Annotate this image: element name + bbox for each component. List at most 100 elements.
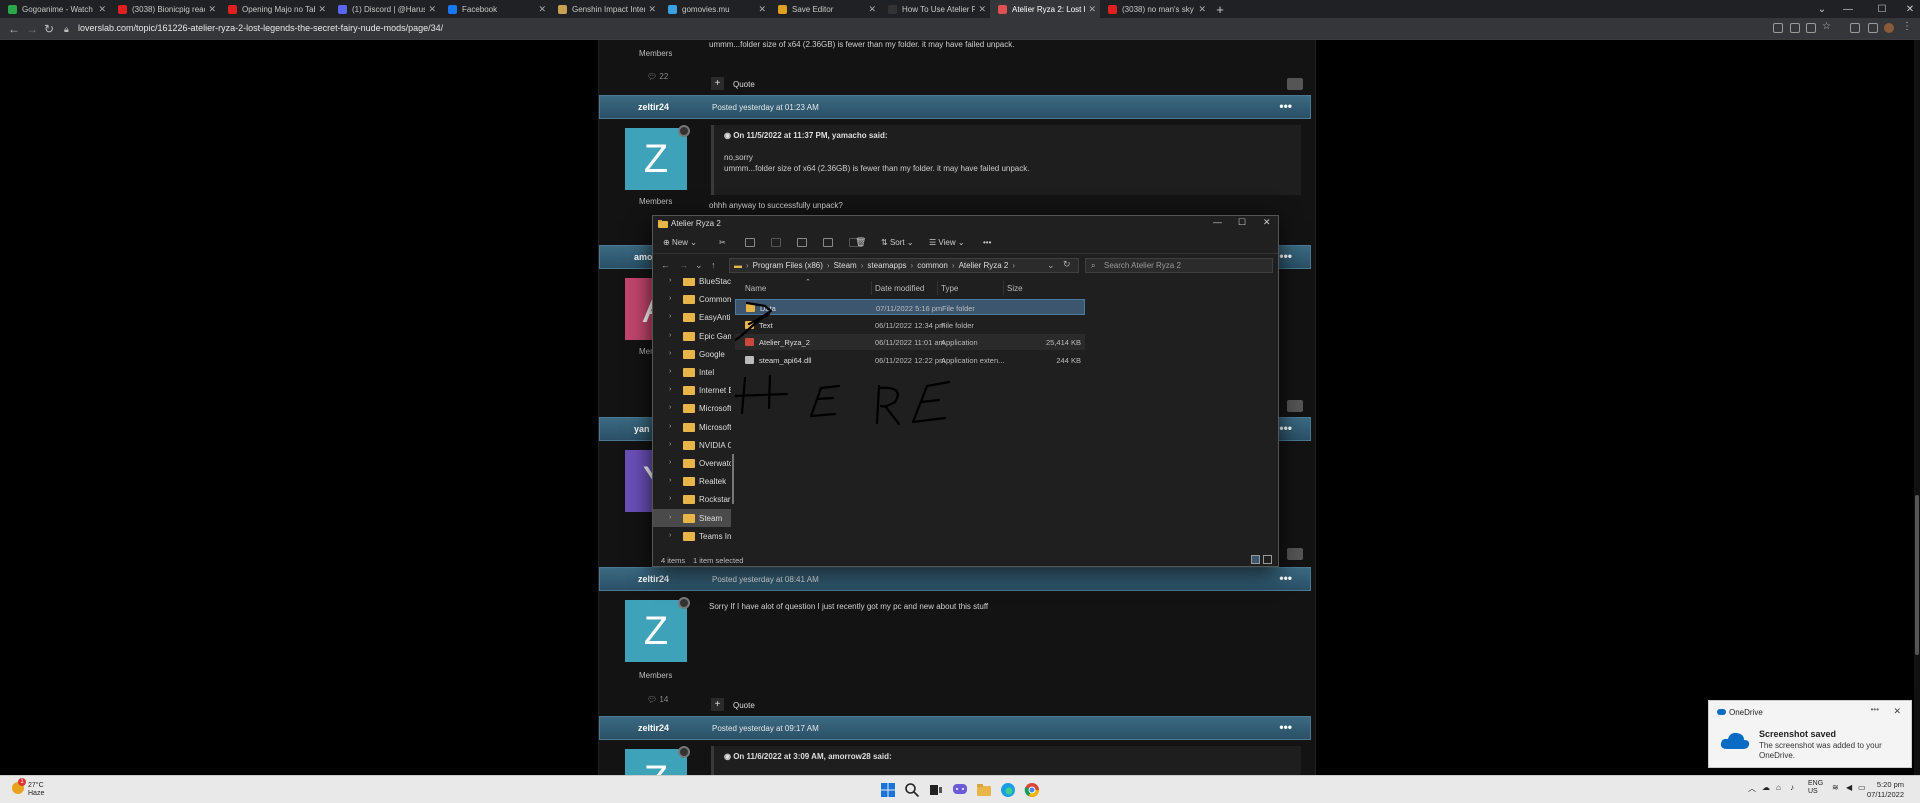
delete-icon[interactable]: 🗑︎ xyxy=(855,237,866,248)
sidebar-icon[interactable] xyxy=(1868,23,1878,33)
new-button[interactable]: ⊕ New ⌄ xyxy=(663,238,697,247)
expand-chevron-icon[interactable]: › xyxy=(669,332,671,339)
onedrive-tray-icon[interactable]: ☁︎ xyxy=(1762,783,1770,792)
cut-icon[interactable]: ✂ xyxy=(719,238,726,247)
tab-close-icon[interactable]: ✕ xyxy=(758,4,766,15)
browser-tab[interactable]: Facebook ✕ xyxy=(440,0,550,18)
post-more-icon[interactable]: ••• xyxy=(1279,571,1292,585)
nav-item[interactable]: › Intel xyxy=(653,363,731,381)
reload-icon[interactable]: ↻ xyxy=(44,22,54,36)
breadcrumb-separator[interactable]: › xyxy=(911,261,914,270)
page-scrollbar-thumb[interactable] xyxy=(1915,495,1919,655)
tab-close-icon[interactable]: ✕ xyxy=(98,4,106,15)
view-button[interactable]: ☰ View ⌄ xyxy=(929,238,965,247)
rename-icon[interactable] xyxy=(797,238,807,247)
paste-icon[interactable] xyxy=(771,238,781,247)
notification-more-icon[interactable]: ••• xyxy=(1871,705,1879,714)
language-indicator[interactable]: ENG US xyxy=(1808,780,1823,796)
expand-chevron-icon[interactable]: › xyxy=(669,295,671,302)
lock-icon[interactable]: 🔒︎ xyxy=(64,24,69,35)
browser-tab[interactable]: gomovies.mu ✕ xyxy=(660,0,770,18)
up-icon[interactable]: ↑ xyxy=(711,260,716,270)
breadcrumb-item[interactable]: Steam xyxy=(834,261,857,270)
forward-icon[interactable]: → xyxy=(679,260,688,270)
window-close-button[interactable]: ✕ xyxy=(1890,0,1920,18)
avatar[interactable]: Z xyxy=(625,125,690,190)
expand-chevron-icon[interactable]: › xyxy=(669,350,671,357)
nav-item[interactable]: › Epic Games xyxy=(653,327,731,345)
breadcrumb-separator[interactable]: › xyxy=(827,261,830,270)
nav-item[interactable]: › Steam xyxy=(653,508,731,527)
edge-icon[interactable] xyxy=(1000,782,1016,798)
browser-tab[interactable]: How To Use Atelier Ryza Mod -✕ xyxy=(880,0,990,18)
post-more-icon[interactable]: ••• xyxy=(1279,720,1292,734)
show-hidden-icons-icon[interactable]: ︿ xyxy=(1748,783,1756,794)
expand-chevron-icon[interactable]: › xyxy=(669,386,671,393)
multiquote-button[interactable]: + xyxy=(711,698,724,711)
network-icon[interactable]: ⌂ xyxy=(1776,783,1781,792)
tiles-view-icon[interactable] xyxy=(1263,555,1272,564)
post-more-icon[interactable]: ••• xyxy=(1279,249,1292,263)
back-icon[interactable]: ← xyxy=(661,260,670,270)
tab-close-icon[interactable]: ✕ xyxy=(538,4,546,15)
speaker-icon[interactable]: ◀ xyxy=(1846,783,1852,792)
like-icon[interactable] xyxy=(1287,400,1303,412)
browser-tab[interactable]: Save Editor ✕ xyxy=(770,0,880,18)
nav-item[interactable]: › BlueStacks X xyxy=(653,278,731,290)
tab-close-icon[interactable]: ✕ xyxy=(1198,4,1206,15)
expand-chevron-icon[interactable]: › xyxy=(669,495,671,502)
breadcrumb-separator[interactable]: › xyxy=(1012,261,1015,270)
file-explorer-icon[interactable] xyxy=(976,782,992,798)
copy-icon[interactable] xyxy=(745,238,755,247)
clock[interactable]: 5:20 pm 07/11/2022 xyxy=(1862,780,1904,800)
page-scrollbar[interactable] xyxy=(1914,40,1920,775)
url-field[interactable]: loverslab.com/topic/161226-atelier-ryza-… xyxy=(78,23,443,33)
like-icon[interactable] xyxy=(1287,548,1303,560)
profile-avatar[interactable] xyxy=(1884,23,1894,33)
post-author-link[interactable]: yan xyxy=(634,424,650,434)
nav-item[interactable]: › Teams Instal xyxy=(653,527,731,545)
explorer-maximize-button[interactable]: ☐ xyxy=(1238,217,1246,228)
notification-close-button[interactable]: ✕ xyxy=(1893,706,1901,717)
share-icon[interactable] xyxy=(823,238,833,247)
recent-locations-icon[interactable]: ⌄ xyxy=(695,260,703,271)
volume-icon[interactable]: ♪ xyxy=(1790,783,1794,792)
zoom-icon[interactable] xyxy=(1806,23,1816,33)
chat-icon[interactable] xyxy=(952,782,968,798)
forward-icon[interactable]: → xyxy=(26,22,38,36)
expand-chevron-icon[interactable]: › xyxy=(669,423,671,430)
new-tab-button[interactable]: + xyxy=(1210,0,1230,18)
tab-close-icon[interactable]: ✕ xyxy=(978,4,986,15)
menu-icon[interactable]: ⋮ xyxy=(1902,21,1912,32)
task-view-icon[interactable] xyxy=(928,782,944,798)
more-options-button[interactable]: ••• xyxy=(983,238,991,247)
extensions-icon[interactable] xyxy=(1850,23,1860,33)
expand-chevron-icon[interactable]: › xyxy=(669,278,671,284)
post-date[interactable]: Posted yesterday at 01:23 AM xyxy=(712,103,819,112)
breadcrumb-item[interactable]: common xyxy=(917,261,948,270)
tab-close-icon[interactable]: ✕ xyxy=(868,4,876,15)
explorer-minimize-button[interactable]: — xyxy=(1213,217,1222,227)
browser-tab[interactable]: (3038) no man's sky how to fix c✕ xyxy=(1100,0,1210,18)
search-icon[interactable] xyxy=(904,782,920,798)
explorer-title-bar[interactable]: Atelier Ryza 2 — ☐ ✕ xyxy=(653,216,1278,232)
expand-chevron-icon[interactable]: › xyxy=(669,404,671,411)
nav-item[interactable]: › Google xyxy=(653,345,731,363)
post-date[interactable]: Posted yesterday at 09:17 AM xyxy=(712,724,819,733)
post-author-link[interactable]: zeltir24 xyxy=(638,723,669,733)
install-icon[interactable] xyxy=(1790,23,1800,33)
wifi-icon[interactable]: ≋ xyxy=(1832,783,1839,792)
quote-button[interactable]: Quote xyxy=(733,80,755,89)
share-icon[interactable] xyxy=(1773,23,1783,33)
post-more-icon[interactable]: ••• xyxy=(1279,421,1292,435)
expand-chevron-icon[interactable]: › xyxy=(669,532,671,539)
post-author-link[interactable]: zeltir24 xyxy=(638,102,669,112)
nav-item[interactable]: › Rockstar Ga xyxy=(653,490,731,508)
details-view-icon[interactable] xyxy=(1251,555,1260,564)
nav-item[interactable]: › NVIDIA Corp xyxy=(653,436,731,454)
browser-tab[interactable]: Opening Majo no Tabitabi - Lit✕ xyxy=(220,0,330,18)
breadcrumb-item[interactable]: Program Files (x86) xyxy=(753,261,823,270)
path-dropdown-icon[interactable]: ⌄ xyxy=(1047,260,1055,271)
sort-button[interactable]: ⇅ Sort ⌄ xyxy=(881,238,914,247)
quote-button[interactable]: Quote xyxy=(733,701,755,710)
